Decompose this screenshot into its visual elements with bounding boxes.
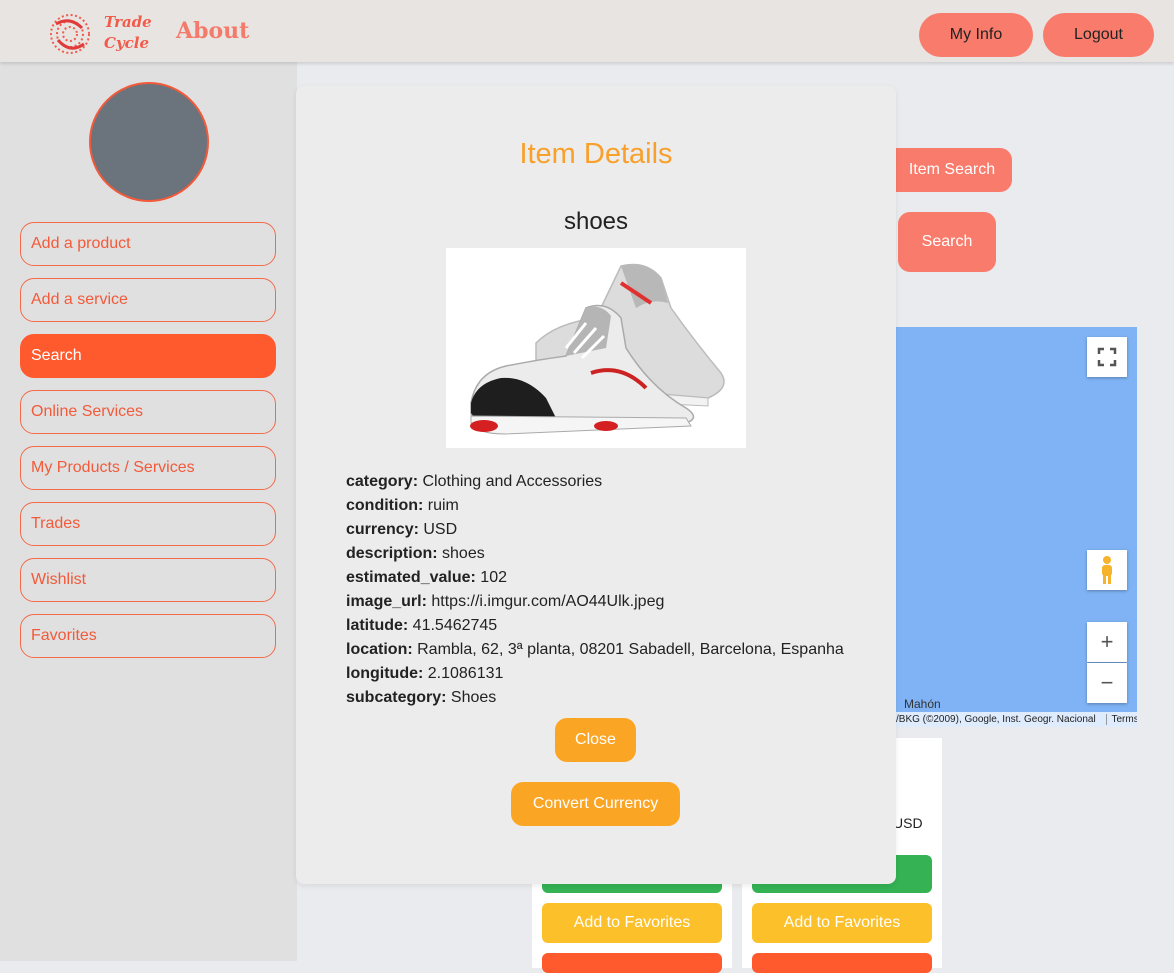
detail-value: Rambla, 62, 3ª planta, 08201 Sabadell, B… xyxy=(417,641,844,658)
detail-key: subcategory: xyxy=(346,689,447,706)
my-info-button[interactable]: My Info xyxy=(919,13,1033,57)
map-attribution: /BKG (©2009), Google, Inst. Geogr. Nacio… xyxy=(880,712,1137,727)
detail-location: location: Rambla, 62, 3ª planta, 08201 S… xyxy=(346,638,886,662)
street-view-pegman-icon[interactable] xyxy=(1087,550,1127,590)
detail-value: 102 xyxy=(480,569,507,586)
detail-category: category: Clothing and Accessories xyxy=(346,470,886,494)
detail-subcategory: subcategory: Shoes xyxy=(346,686,886,710)
logout-button[interactable]: Logout xyxy=(1043,13,1154,57)
logo-text-line1: Trade xyxy=(104,13,152,31)
item-search-button[interactable]: Item Search xyxy=(880,148,1012,192)
zoom-in-icon[interactable]: + xyxy=(1087,622,1127,662)
detail-value: ruim xyxy=(427,497,459,514)
detail-value: https://i.imgur.com/AO44Ulk.jpeg xyxy=(431,593,665,610)
sidebar: Add a product Add a service Search Onlin… xyxy=(0,62,297,961)
sidebar-item-search[interactable]: Search xyxy=(20,334,276,378)
search-button[interactable]: Search xyxy=(898,212,996,272)
sidebar-item-my-products-services[interactable]: My Products / Services xyxy=(20,446,276,490)
close-button[interactable]: Close xyxy=(555,718,636,762)
logo-text-line2: Cycle xyxy=(104,34,150,52)
detail-image-url: image_url: https://i.imgur.com/AO44Ulk.j… xyxy=(346,590,886,614)
detail-estimated-value: estimated_value: 102 xyxy=(346,566,886,590)
detail-value: shoes xyxy=(442,545,485,562)
detail-condition: condition: ruim xyxy=(346,494,886,518)
zoom-out-icon[interactable]: − xyxy=(1087,663,1127,703)
detail-key: category: xyxy=(346,473,419,490)
modal-title: Item Details xyxy=(519,138,673,170)
detail-description: description: shoes xyxy=(346,542,886,566)
convert-currency-button[interactable]: Convert Currency xyxy=(511,782,680,826)
card-currency: USD xyxy=(893,815,923,831)
detail-currency: currency: USD xyxy=(346,518,886,542)
detail-key: longitude: xyxy=(346,665,424,682)
sidebar-item-trades[interactable]: Trades xyxy=(20,502,276,546)
fullscreen-icon[interactable] xyxy=(1087,337,1127,377)
item-image-shoes xyxy=(446,248,746,448)
card-remove-button[interactable] xyxy=(542,953,722,973)
detail-latitude: latitude: 41.5462745 xyxy=(346,614,886,638)
map[interactable]: + − xyxy=(880,327,1137,727)
add-to-favorites-button[interactable]: Add to Favorites xyxy=(542,903,722,943)
map-attribution-text: /BKG (©2009), Google, Inst. Geogr. Nacio… xyxy=(896,714,1096,725)
add-to-favorites-button[interactable]: Add to Favorites xyxy=(752,903,932,943)
item-name: shoes xyxy=(563,208,629,235)
about-link[interactable]: About xyxy=(176,18,249,44)
logo-text[interactable]: Trade Cycle xyxy=(104,12,164,54)
detail-key: latitude: xyxy=(346,617,409,634)
detail-value: Shoes xyxy=(450,689,497,706)
sidebar-item-favorites[interactable]: Favorites xyxy=(20,614,276,658)
item-details-list: category: Clothing and Accessories condi… xyxy=(346,470,886,710)
detail-key: currency: xyxy=(346,521,419,538)
item-search-label: Item Search xyxy=(908,161,996,178)
detail-key: description: xyxy=(346,545,438,562)
detail-value: Clothing and Accessories xyxy=(422,473,603,490)
detail-value: 41.5462745 xyxy=(412,617,498,634)
detail-value: USD xyxy=(423,521,458,538)
sidebar-item-add-service[interactable]: Add a service xyxy=(20,278,276,322)
detail-key: condition: xyxy=(346,497,424,514)
detail-value: 2.1086131 xyxy=(427,665,504,682)
detail-longitude: longitude: 2.1086131 xyxy=(346,662,886,686)
top-header: Trade Cycle About My Info Logout xyxy=(0,0,1174,62)
map-place-label: Mahón xyxy=(904,697,941,711)
detail-key: estimated_value: xyxy=(346,569,476,586)
detail-key: image_url: xyxy=(346,593,427,610)
sidebar-item-wishlist[interactable]: Wishlist xyxy=(20,558,276,602)
card-remove-button[interactable] xyxy=(752,953,932,973)
sidebar-item-add-product[interactable]: Add a product xyxy=(20,222,276,266)
sidebar-item-online-services[interactable]: Online Services xyxy=(20,390,276,434)
trade-cycle-logo-icon[interactable] xyxy=(42,12,98,56)
item-details-modal: Item Details shoes category: Clothing an… xyxy=(296,86,896,884)
detail-key: location: xyxy=(346,641,413,658)
map-terms-link[interactable]: Terms xyxy=(1106,714,1137,725)
avatar[interactable] xyxy=(89,82,209,202)
